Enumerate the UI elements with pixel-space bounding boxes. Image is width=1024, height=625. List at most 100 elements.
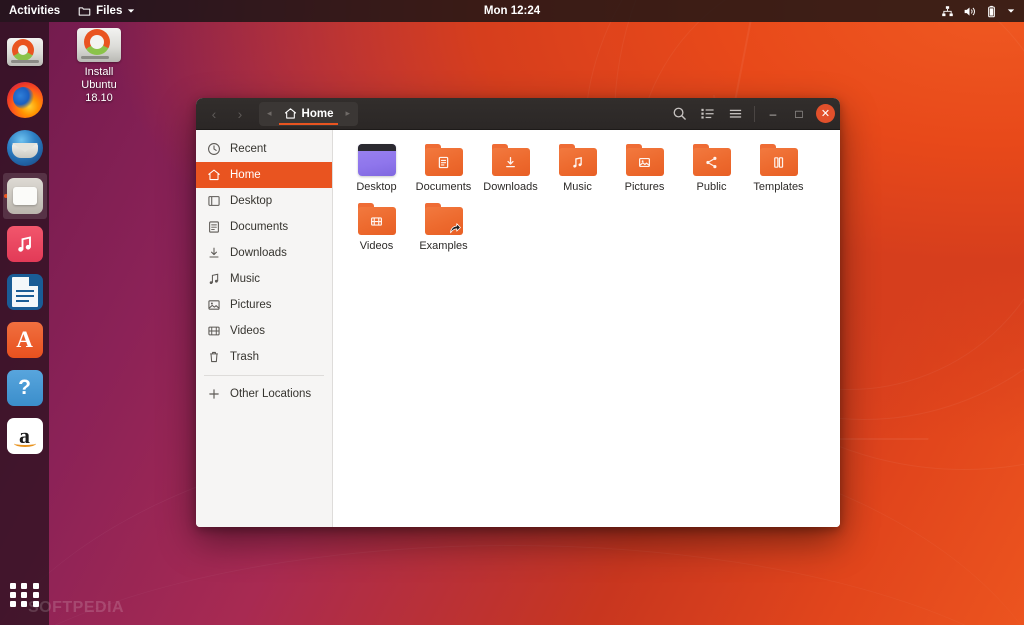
window-body: Recent Home Desktop Documents bbox=[196, 130, 840, 527]
file-label: Downloads bbox=[483, 181, 537, 193]
close-button[interactable]: ✕ bbox=[816, 104, 835, 123]
file-label: Templates bbox=[753, 181, 803, 193]
sidebar-item-home[interactable]: Home bbox=[196, 162, 332, 188]
activities-button[interactable]: Activities bbox=[0, 0, 69, 22]
sidebar-label: Other Locations bbox=[230, 388, 311, 400]
libreoffice-writer-icon bbox=[7, 274, 43, 310]
music-emblem-icon bbox=[559, 148, 597, 176]
app-menu-label: Files bbox=[96, 5, 122, 17]
folder-icon bbox=[78, 5, 91, 18]
app-menu-files[interactable]: Files bbox=[69, 0, 144, 22]
dock-item-libreoffice-writer[interactable] bbox=[3, 269, 47, 315]
document-emblem-icon bbox=[425, 148, 463, 176]
file-label: Examples bbox=[419, 240, 467, 252]
search-icon bbox=[672, 106, 687, 121]
templates-emblem-icon bbox=[760, 148, 798, 176]
dock-item-rhythmbox[interactable] bbox=[3, 221, 47, 267]
desktop-icon-label-line2: Ubuntu bbox=[81, 79, 116, 92]
download-emblem-icon bbox=[492, 148, 530, 176]
file-item-music[interactable]: Music bbox=[544, 142, 611, 193]
clock[interactable]: Mon 12:24 bbox=[0, 5, 1024, 17]
menu-button[interactable] bbox=[721, 102, 749, 126]
files-icon bbox=[7, 178, 43, 214]
folder-icon bbox=[760, 144, 798, 176]
desktop-icon-label-line1: Install bbox=[81, 66, 116, 79]
file-label: Pictures bbox=[625, 181, 665, 193]
document-icon bbox=[206, 220, 221, 235]
file-item-templates[interactable]: Templates bbox=[745, 142, 812, 193]
folder-icon bbox=[425, 203, 463, 235]
dock-item-firefox[interactable] bbox=[3, 77, 47, 123]
sidebar-label: Trash bbox=[230, 351, 259, 363]
sidebar-divider bbox=[204, 375, 324, 376]
places-sidebar: Recent Home Desktop Documents bbox=[196, 130, 333, 527]
dock-item-amazon[interactable]: a bbox=[3, 413, 47, 459]
firefox-icon bbox=[7, 82, 43, 118]
symlink-badge-icon bbox=[448, 221, 462, 235]
sidebar-item-other-locations[interactable]: Other Locations bbox=[196, 381, 332, 407]
video-icon bbox=[206, 324, 221, 339]
file-item-public[interactable]: Public bbox=[678, 142, 745, 193]
thunderbird-icon bbox=[7, 130, 43, 166]
help-icon: ? bbox=[7, 370, 43, 406]
image-icon bbox=[206, 298, 221, 313]
file-item-downloads[interactable]: Downloads bbox=[477, 142, 544, 193]
breadcrumb-item-home[interactable]: Home bbox=[277, 102, 341, 126]
file-label: Desktop bbox=[356, 181, 396, 193]
sidebar-item-desktop[interactable]: Desktop bbox=[196, 188, 332, 214]
breadcrumb-prev-icon[interactable]: ◂ bbox=[262, 108, 277, 119]
sidebar-label: Videos bbox=[230, 325, 265, 337]
sidebar-item-pictures[interactable]: Pictures bbox=[196, 292, 332, 318]
share-emblem-icon bbox=[693, 148, 731, 176]
files-window: ‹ › ◂ Home ▸ bbox=[196, 98, 840, 527]
minimize-button[interactable]: – bbox=[760, 102, 786, 126]
folder-icon bbox=[693, 144, 731, 176]
install-ubuntu-disc-icon bbox=[77, 28, 121, 62]
file-item-documents[interactable]: Documents bbox=[410, 142, 477, 193]
sidebar-item-downloads[interactable]: Downloads bbox=[196, 240, 332, 266]
file-label: Public bbox=[697, 181, 727, 193]
back-button[interactable]: ‹ bbox=[201, 102, 227, 126]
file-item-videos[interactable]: Videos bbox=[343, 201, 410, 252]
folder-icon bbox=[425, 144, 463, 176]
dock-item-help[interactable]: ? bbox=[3, 365, 47, 411]
dock-item-files[interactable] bbox=[3, 173, 47, 219]
amazon-icon: a bbox=[7, 418, 43, 454]
rhythmbox-icon bbox=[7, 226, 43, 262]
trash-icon bbox=[206, 350, 221, 365]
folder-icon bbox=[559, 144, 597, 176]
sidebar-item-videos[interactable]: Videos bbox=[196, 318, 332, 344]
dock-item-ubuntu-software[interactable]: A bbox=[3, 317, 47, 363]
file-grid-view[interactable]: Desktop Documents bbox=[333, 130, 840, 527]
file-item-examples[interactable]: Examples bbox=[410, 201, 477, 252]
file-item-desktop[interactable]: Desktop bbox=[343, 142, 410, 193]
forward-button[interactable]: › bbox=[227, 102, 253, 126]
breadcrumb[interactable]: ◂ Home ▸ bbox=[259, 102, 358, 126]
sidebar-label: Downloads bbox=[230, 247, 287, 259]
dock-item-thunderbird[interactable] bbox=[3, 125, 47, 171]
home-icon bbox=[206, 168, 221, 183]
maximize-button[interactable]: □ bbox=[786, 102, 812, 126]
desktop-icon bbox=[206, 194, 221, 209]
sidebar-item-documents[interactable]: Documents bbox=[196, 214, 332, 240]
hamburger-menu-icon bbox=[728, 106, 743, 121]
download-icon bbox=[206, 246, 221, 261]
sidebar-label: Documents bbox=[230, 221, 288, 233]
search-button[interactable] bbox=[665, 102, 693, 126]
volume-icon bbox=[963, 5, 976, 18]
list-view-button[interactable] bbox=[693, 102, 721, 126]
sidebar-label: Desktop bbox=[230, 195, 272, 207]
music-note-icon bbox=[206, 272, 221, 287]
file-item-pictures[interactable]: Pictures bbox=[611, 142, 678, 193]
folder-icon bbox=[492, 144, 530, 176]
dock-item-install-ubuntu[interactable] bbox=[3, 29, 47, 75]
list-view-icon bbox=[700, 106, 715, 121]
sidebar-item-recent[interactable]: Recent bbox=[196, 136, 332, 162]
softpedia-watermark: SOFTPEDIA bbox=[28, 599, 124, 617]
network-icon bbox=[941, 5, 954, 18]
breadcrumb-next-icon[interactable]: ▸ bbox=[340, 108, 355, 119]
sidebar-item-music[interactable]: Music bbox=[196, 266, 332, 292]
system-indicators[interactable] bbox=[941, 0, 1020, 22]
sidebar-item-trash[interactable]: Trash bbox=[196, 344, 332, 370]
desktop-icon-install-ubuntu[interactable]: Install Ubuntu 18.10 bbox=[62, 28, 136, 105]
